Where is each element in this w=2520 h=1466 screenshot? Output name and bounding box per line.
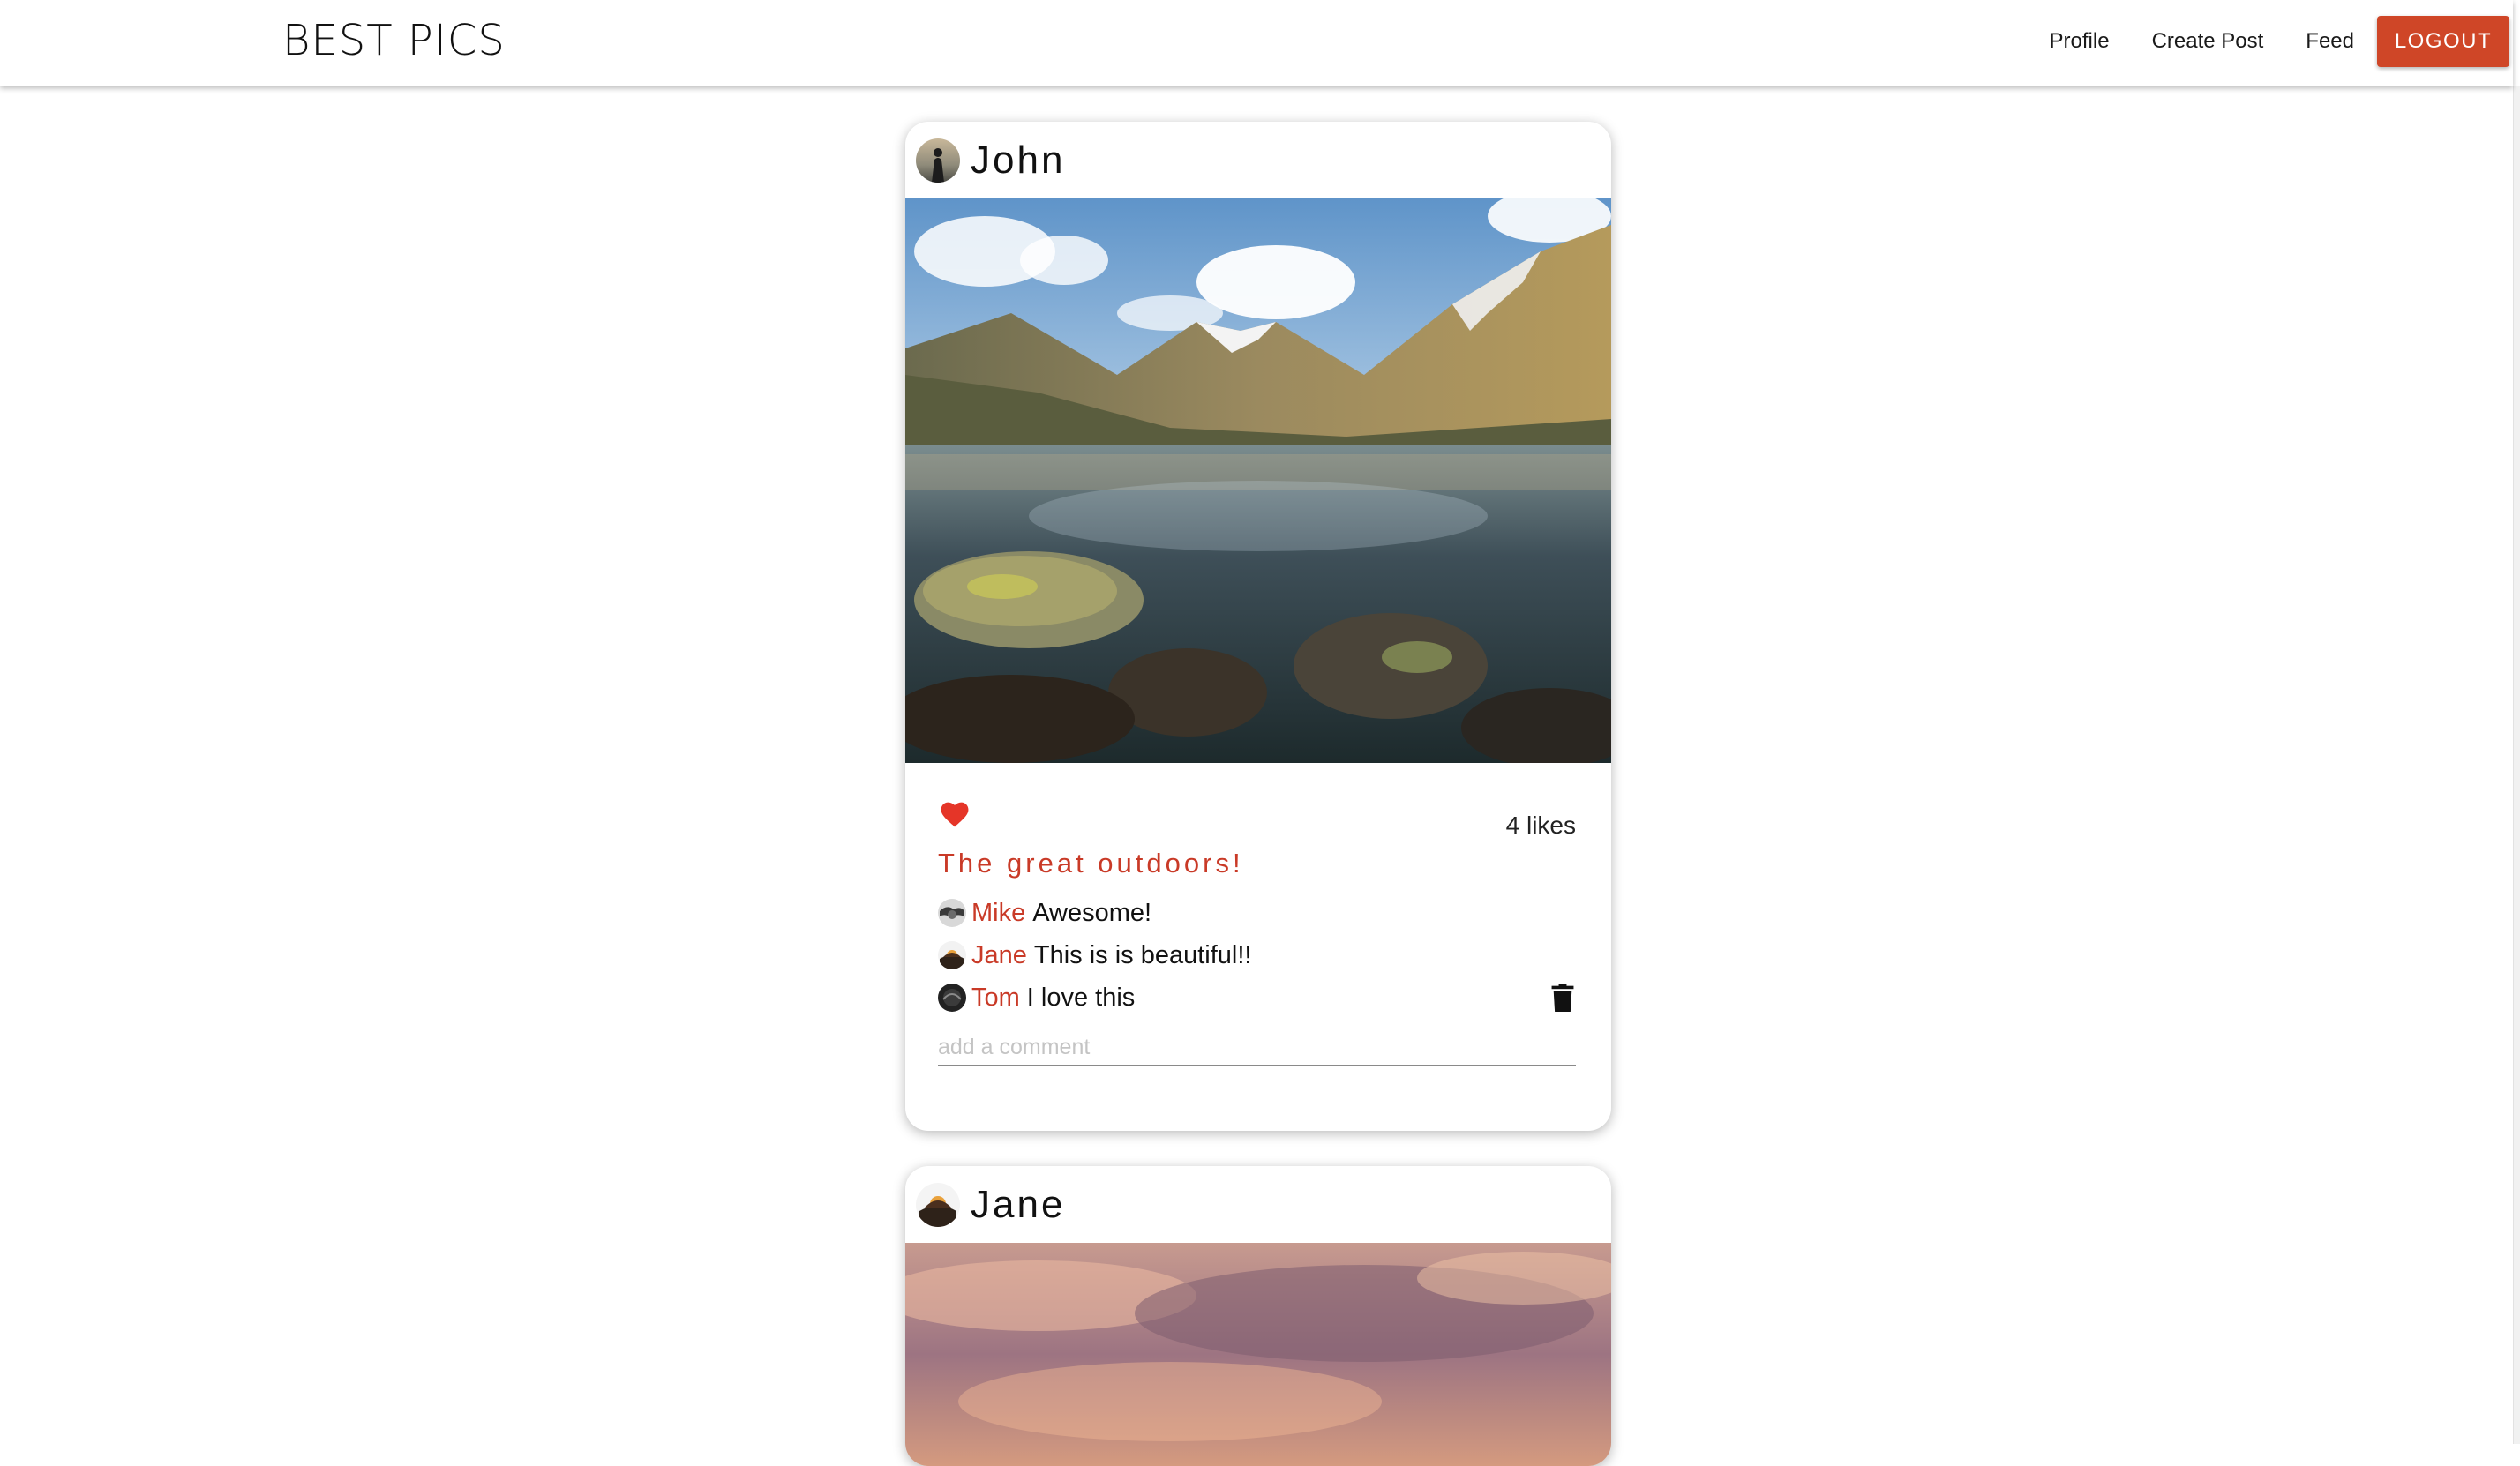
add-comment-input[interactable] [938, 1029, 1576, 1066]
commenter-avatar[interactable] [938, 899, 966, 927]
author-name[interactable]: John [971, 138, 1065, 183]
logout-button[interactable]: LOGOUT [2377, 16, 2509, 67]
post-card: John 4 likes The great outdoors! Mike Aw… [905, 122, 1611, 1131]
comment-username[interactable]: Mike [971, 899, 1025, 928]
nav-profile-link[interactable]: Profile [2050, 16, 2110, 67]
trash-icon[interactable] [1551, 984, 1574, 1012]
post-card: Jane [905, 1166, 1611, 1466]
comment-item: Jane This is is beautiful!! [938, 934, 1576, 976]
post-header: Jane [905, 1166, 1611, 1243]
author-avatar[interactable] [916, 1182, 960, 1227]
likes-count: 4 likes [1505, 812, 1576, 839]
comment-item: Tom I love this [938, 976, 1576, 1019]
brand-logo[interactable]: BEST PICS [282, 12, 506, 69]
post-caption: The great outdoors! [938, 848, 1244, 879]
comment-item: Mike Awesome! [938, 892, 1576, 934]
heart-icon[interactable] [938, 798, 971, 828]
comment-text: Awesome! [1032, 898, 1152, 927]
page-scrollbar[interactable] [2513, 86, 2520, 1444]
post-photo[interactable] [905, 1243, 1611, 1466]
commenter-avatar[interactable] [938, 941, 966, 969]
comment-text: I love this [1026, 983, 1136, 1012]
post-header: John [905, 122, 1611, 198]
navbar: BEST PICS Profile Create Post Feed LOGOU… [0, 0, 2513, 86]
comment-username[interactable]: Tom [971, 984, 1020, 1013]
comment-username[interactable]: Jane [971, 941, 1027, 970]
comment-text: This is is beautiful!! [1033, 940, 1252, 969]
author-name[interactable]: Jane [971, 1183, 1065, 1227]
nav-create-post-link[interactable]: Create Post [2152, 16, 2264, 67]
comment-list: Mike Awesome! Jane This is is beautiful!… [938, 892, 1576, 1019]
author-avatar[interactable] [916, 138, 960, 183]
nav-links: Profile Create Post Feed LOGOUT [2050, 16, 2513, 67]
post-photo[interactable] [905, 198, 1611, 763]
commenter-avatar[interactable] [938, 984, 966, 1012]
nav-feed-link[interactable]: Feed [2306, 16, 2354, 67]
